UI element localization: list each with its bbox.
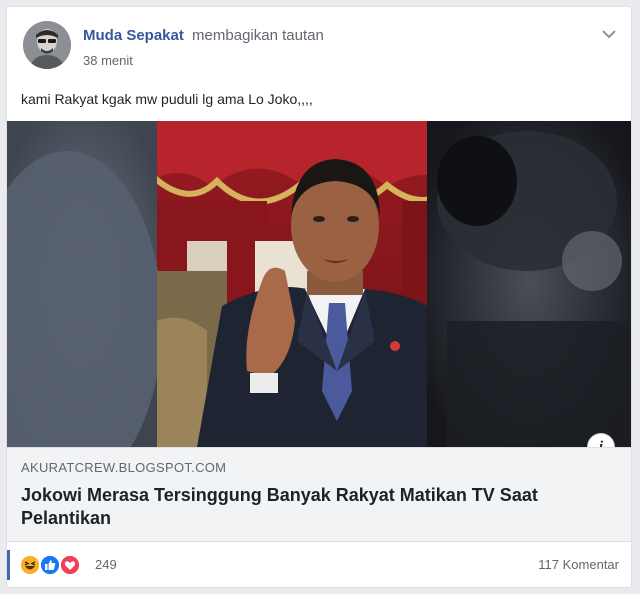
share-action-text: membagikan tautan <box>192 27 324 44</box>
link-preview[interactable]: AKURATCREW.BLOGSPOT.COM Jokowi Merasa Te… <box>7 447 631 542</box>
like-icon[interactable] <box>39 554 61 576</box>
post-timestamp[interactable]: 38 menit <box>83 53 133 68</box>
author-line: Muda Sepakat membagikan tautan <box>83 27 324 44</box>
post-text: kami Rakyat kgak mw puduli lg ama Lo Jok… <box>21 91 313 107</box>
footer-accent-bar <box>7 550 10 580</box>
post-card: Muda Sepakat membagikan tautan 38 menit … <box>6 6 632 588</box>
post-header: Muda Sepakat membagikan tautan 38 menit <box>7 7 631 87</box>
speaker-photo <box>7 121 631 447</box>
love-icon[interactable] <box>59 554 81 576</box>
author-name[interactable]: Muda Sepakat <box>83 27 184 44</box>
avatar[interactable] <box>23 21 71 69</box>
link-title[interactable]: Jokowi Merasa Tersinggung Banyak Rakyat … <box>21 484 611 530</box>
link-domain: AKURATCREW.BLOGSPOT.COM <box>21 460 227 475</box>
post-menu-chevron-icon[interactable] <box>601 27 617 39</box>
link-preview-image[interactable] <box>7 121 631 447</box>
haha-icon[interactable] <box>19 554 41 576</box>
comment-count[interactable]: 117 Komentar <box>538 557 619 572</box>
avatar-image <box>23 21 71 69</box>
reaction-count[interactable]: 249 <box>95 557 117 572</box>
post-footer: 249 117 Komentar <box>7 542 631 587</box>
